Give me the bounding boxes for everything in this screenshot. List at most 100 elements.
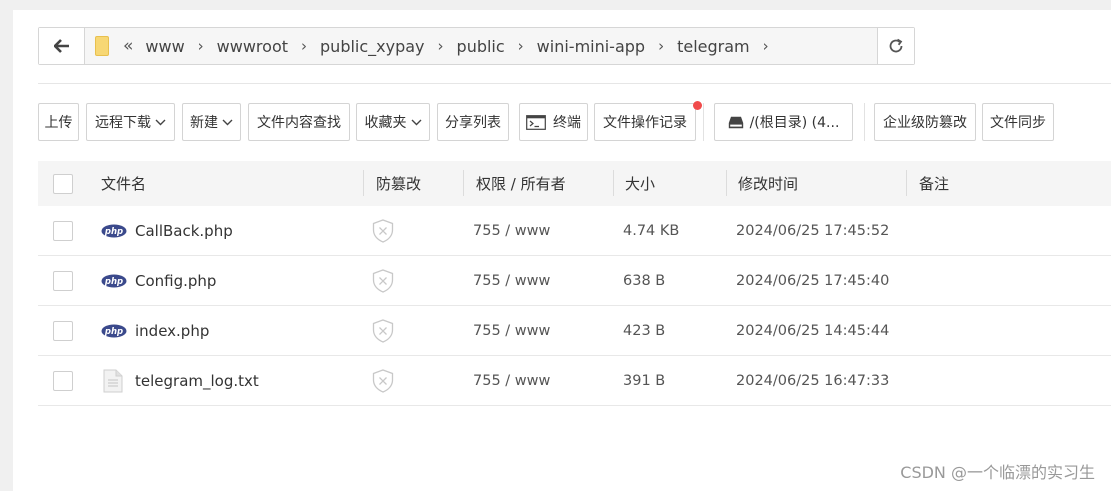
tamper-proof-button[interactable]: 企业级防篡改 <box>874 103 976 141</box>
path-bar: « www › wwwroot › public_xypay › public … <box>38 27 915 65</box>
breadcrumb-item-wini-mini-app[interactable]: wini-mini-app <box>537 37 645 56</box>
svg-text:php: php <box>104 277 123 287</box>
select-all-checkbox[interactable] <box>53 173 73 194</box>
file-manager-panel: « www › wwwroot › public_xypay › public … <box>13 10 1111 491</box>
column-divider <box>463 170 464 196</box>
tamper-status[interactable] <box>372 256 394 306</box>
table-row[interactable]: php CallBack.php 755 / www 4.74 KB 2024/… <box>38 206 1111 256</box>
shield-x-icon <box>372 369 394 393</box>
breadcrumb-item-www[interactable]: www <box>145 37 184 56</box>
file-sync-button[interactable]: 文件同步 <box>982 103 1054 141</box>
disk-label: /(根目录) (4... <box>749 115 840 131</box>
table-row[interactable]: php index.php 755 / www 423 B 2024/06/25… <box>38 306 1111 356</box>
column-divider <box>613 170 614 196</box>
header-name[interactable]: 文件名 <box>101 161 146 206</box>
chevron-down-icon <box>411 119 422 126</box>
content-search-label: 文件内容查找 <box>257 115 341 131</box>
upload-label: 上传 <box>44 115 73 131</box>
header-permission[interactable]: 权限 / 所有者 <box>476 161 566 206</box>
refresh-button[interactable] <box>877 28 914 64</box>
watermark: CSDN @一个临漂的实习生 <box>900 463 1095 482</box>
notification-dot <box>693 101 702 110</box>
divider <box>38 83 1111 84</box>
terminal-label: 终端 <box>553 115 581 131</box>
operation-log-button[interactable]: 文件操作记录 <box>594 103 696 141</box>
tamper-status[interactable] <box>372 306 394 356</box>
tamper-status[interactable] <box>372 206 394 256</box>
file-name[interactable]: index.php <box>135 322 209 340</box>
breadcrumb-item-telegram[interactable]: telegram <box>677 37 750 56</box>
back-button[interactable] <box>39 28 85 64</box>
double-chevron-left-icon[interactable]: « <box>123 36 133 56</box>
chevron-down-icon <box>155 119 166 126</box>
favorites-label: 收藏夹 <box>364 115 407 131</box>
new-button[interactable]: 新建 <box>182 103 241 141</box>
terminal-button[interactable]: 终端 <box>519 103 588 141</box>
file-size: 423 B <box>623 323 666 339</box>
table-row[interactable]: telegram_log.txt 755 / www 391 B 2024/06… <box>38 356 1111 406</box>
column-divider <box>363 170 364 196</box>
chevron-right-icon: › <box>517 37 524 55</box>
tamper-status[interactable] <box>372 356 394 406</box>
row-checkbox[interactable] <box>53 271 73 291</box>
php-icon: php <box>101 324 127 338</box>
column-divider <box>906 170 907 196</box>
table-header: 文件名 防篡改 权限 / 所有者 大小 修改时间 备注 <box>38 161 1111 206</box>
terminal-icon <box>526 114 546 130</box>
operation-log-label: 文件操作记录 <box>603 115 687 131</box>
select-all-cell <box>53 161 73 206</box>
share-list-button[interactable]: 分享列表 <box>437 103 509 141</box>
file-name[interactable]: telegram_log.txt <box>135 372 259 390</box>
svg-text:php: php <box>104 227 123 237</box>
share-list-label: 分享列表 <box>445 115 501 131</box>
breadcrumb: « www › wwwroot › public_xypay › public … <box>85 28 877 64</box>
header-modified-time[interactable]: 修改时间 <box>738 161 798 206</box>
modified-time: 2024/06/25 17:45:52 <box>736 223 890 239</box>
file-table: 文件名 防篡改 权限 / 所有者 大小 修改时间 备注 php CallBack… <box>38 161 1111 406</box>
chevron-right-icon: › <box>197 37 204 55</box>
row-checkbox[interactable] <box>53 371 73 391</box>
chevron-right-icon: › <box>762 37 769 55</box>
shield-x-icon <box>372 319 394 343</box>
text-file-icon <box>101 369 127 393</box>
chevron-right-icon: › <box>658 37 665 55</box>
toolbar-separator <box>703 103 704 141</box>
file-name[interactable]: CallBack.php <box>135 222 233 240</box>
new-label: 新建 <box>190 115 218 131</box>
row-checkbox[interactable] <box>53 221 73 241</box>
remote-download-label: 远程下载 <box>95 115 151 131</box>
modified-time: 2024/06/25 16:47:33 <box>736 373 890 389</box>
upload-button[interactable]: 上传 <box>38 103 79 141</box>
shield-x-icon <box>372 269 394 293</box>
breadcrumb-item-wwwroot[interactable]: wwwroot <box>217 37 288 56</box>
php-icon: php <box>101 274 127 288</box>
chevron-right-icon: › <box>437 37 444 55</box>
header-size[interactable]: 大小 <box>625 161 655 206</box>
tamper-proof-label: 企业级防篡改 <box>883 115 967 131</box>
permission-owner[interactable]: 755 / www <box>473 356 550 406</box>
modified-time: 2024/06/25 17:45:40 <box>736 273 890 289</box>
permission-owner[interactable]: 755 / www <box>473 206 550 256</box>
refresh-icon <box>889 38 903 53</box>
favorites-button[interactable]: 收藏夹 <box>356 103 430 141</box>
breadcrumb-item-public-xypay[interactable]: public_xypay <box>320 37 425 56</box>
file-name[interactable]: Config.php <box>135 272 216 290</box>
breadcrumb-item-public[interactable]: public <box>457 37 505 56</box>
permission-owner[interactable]: 755 / www <box>473 256 550 306</box>
remote-download-button[interactable]: 远程下载 <box>86 103 175 141</box>
toolbar-separator <box>864 103 865 141</box>
svg-text:php: php <box>104 327 123 337</box>
column-divider <box>726 170 727 196</box>
php-icon: php <box>101 224 127 238</box>
folder-icon <box>95 36 109 56</box>
permission-owner[interactable]: 755 / www <box>473 306 550 356</box>
disk-button[interactable]: /(根目录) (4... <box>714 103 853 141</box>
toolbar: 上传 远程下载 新建 文件内容查找 收藏夹 分享列表 终端 文件操作记录 /(根… <box>38 101 1111 141</box>
file-size: 4.74 KB <box>623 223 680 239</box>
row-checkbox[interactable] <box>53 321 73 341</box>
content-search-button[interactable]: 文件内容查找 <box>248 103 350 141</box>
file-size: 638 B <box>623 273 666 289</box>
header-tamper[interactable]: 防篡改 <box>376 161 421 206</box>
table-row[interactable]: php Config.php 755 / www 638 B 2024/06/2… <box>38 256 1111 306</box>
modified-time: 2024/06/25 14:45:44 <box>736 323 890 339</box>
